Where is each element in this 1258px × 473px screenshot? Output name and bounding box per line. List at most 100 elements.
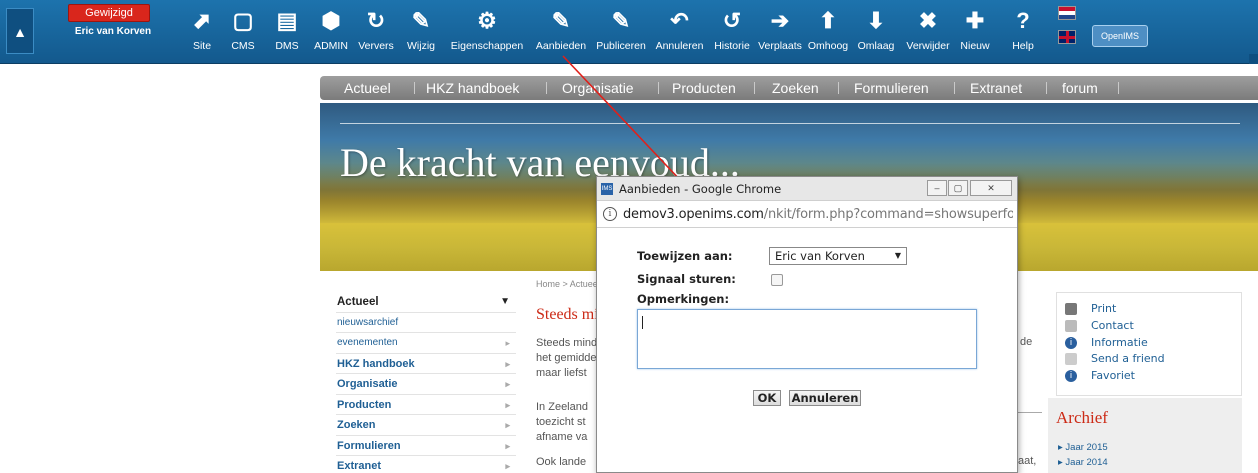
cancel-toolbar-button[interactable]: ↶ Annuleren: [651, 6, 708, 60]
collapse-toolbar-button[interactable]: ▲: [6, 8, 34, 54]
assign-value: Eric van Korven: [775, 249, 865, 263]
admin-label: ADMIN: [314, 40, 348, 52]
move-up-button[interactable]: ⬆ Omhoog: [806, 6, 850, 60]
down-icon: ⬇: [866, 8, 886, 33]
offer-button[interactable]: ✎ Aanbieden: [531, 6, 591, 60]
article-text-line: afname va: [536, 431, 588, 443]
menu-item-label: Producten: [337, 398, 392, 411]
article-text-line: het gemiddeld: [536, 352, 598, 364]
app-favicon-icon: IMS: [601, 183, 613, 195]
properties-label: Eigenschappen: [450, 40, 524, 52]
publish-label: Publiceren: [596, 40, 646, 52]
send-a-friend-link[interactable]: Send a friend: [1065, 351, 1165, 367]
article-text-fragment: aat,: [1018, 455, 1037, 467]
favorite-link[interactable]: i Favoriet: [1065, 368, 1135, 384]
english-flag-icon[interactable]: [1058, 30, 1076, 44]
archive-item-2014[interactable]: ▸ Jaar 2014: [1058, 457, 1108, 468]
nav-item-organisatie[interactable]: Organisatie: [562, 76, 634, 100]
ok-button[interactable]: OK: [753, 390, 781, 406]
archive-item-2015[interactable]: ▸ Jaar 2015: [1058, 442, 1108, 453]
site-button[interactable]: ⬈ Site: [186, 6, 218, 60]
dialog-titlebar[interactable]: IMS Aanbieden - Google Chrome ‒ ▢ ✕: [597, 177, 1017, 201]
delete-button[interactable]: ✖ Verwijder: [902, 6, 954, 60]
nav-separator: [546, 82, 547, 94]
contact-link[interactable]: Contact: [1065, 318, 1134, 334]
openims-button[interactable]: OpenIMS: [1092, 25, 1148, 47]
history-icon: ↺: [722, 8, 742, 33]
close-button[interactable]: ✕: [970, 180, 1012, 196]
menu-item-nieuwsarchief[interactable]: nieuwsarchief: [336, 313, 516, 333]
edit-button[interactable]: ✎ Wijzig: [401, 6, 441, 60]
new-button[interactable]: ✚ Nieuw: [955, 6, 995, 60]
dutch-flag-icon[interactable]: [1058, 6, 1076, 20]
tool-label: Informatie: [1091, 336, 1148, 349]
menu-item-evenementen[interactable]: evenementen ▸: [336, 333, 516, 354]
properties-button[interactable]: ⚙ Eigenschappen: [445, 6, 529, 60]
tool-label: Contact: [1091, 319, 1134, 332]
archive-panel: Archief ▸ Jaar 2015 ▸ Jaar 2014: [1048, 398, 1242, 473]
article-text-line: toezicht st: [536, 416, 586, 428]
offer-icon: ✎: [551, 8, 571, 33]
nav-item-formulieren[interactable]: Formulieren: [854, 76, 929, 100]
chevron-right-icon: ▸: [505, 358, 510, 369]
refresh-label: Ververs: [358, 40, 394, 52]
menu-item-extranet[interactable]: Extranet ▸: [336, 456, 516, 473]
nav-item-actueel[interactable]: Actueel: [344, 76, 391, 100]
site-info-icon[interactable]: i: [603, 207, 617, 221]
help-button[interactable]: ? Help: [1006, 6, 1040, 60]
nav-item-zoeken[interactable]: Zoeken: [772, 76, 819, 100]
remarks-textarea[interactable]: [637, 309, 977, 369]
assign-select[interactable]: Eric van Korven ▼: [769, 247, 907, 265]
breadcrumb[interactable]: Home > Actueel: [536, 279, 596, 289]
chevron-right-icon: ▸: [505, 399, 510, 410]
remarks-label: Opmerkingen:: [637, 292, 730, 306]
maximize-button[interactable]: ▢: [948, 180, 968, 196]
dialog-title: Aanbieden - Google Chrome: [619, 182, 782, 196]
menu-item-producten[interactable]: Producten ▸: [336, 395, 516, 415]
move-button[interactable]: ➔ Verplaats: [755, 6, 805, 60]
dropdown-arrow-icon: ▼: [894, 251, 901, 260]
info-link[interactable]: i Informatie: [1065, 335, 1148, 351]
move-up-label: Omhoog: [807, 40, 849, 52]
menu-item-organisatie[interactable]: Organisatie ▸: [336, 374, 516, 395]
publish-button[interactable]: ✎ Publiceren: [592, 6, 650, 60]
menu-item-label: nieuwsarchief: [337, 316, 399, 328]
page-tools-panel: Print Contact i Informatie Send a friend …: [1056, 292, 1242, 396]
offer-dialog-window: IMS Aanbieden - Google Chrome ‒ ▢ ✕ i de…: [596, 176, 1018, 473]
signal-checkbox[interactable]: [771, 274, 783, 286]
nav-item-producten[interactable]: Producten: [672, 76, 736, 100]
print-link[interactable]: Print: [1065, 301, 1116, 317]
status-badge: Gewijzigd: [68, 4, 150, 22]
article-text-fragment: de: [1020, 336, 1033, 348]
site-label: Site: [192, 40, 212, 52]
move-icon: ➔: [770, 8, 790, 33]
move-down-button[interactable]: ⬇ Omlaag: [851, 6, 901, 60]
nav-item-hkz-handboek[interactable]: HKZ handboek: [426, 76, 519, 100]
address-bar[interactable]: i demov3.openims.com/nkit/form.php?comma…: [597, 202, 1017, 228]
menu-item-actueel[interactable]: Actueel ▼: [336, 292, 516, 313]
nav-item-forum[interactable]: forum: [1062, 76, 1098, 100]
menu-item-zoeken[interactable]: Zoeken ▸: [336, 415, 516, 436]
history-label: Historie: [714, 40, 750, 52]
cancel-button[interactable]: Annuleren: [789, 390, 861, 406]
article-text-line: Steeds minder: [536, 337, 598, 349]
new-icon: ✚: [965, 8, 985, 33]
close-icon: ✕: [987, 183, 995, 193]
dms-icon: ▤: [276, 8, 298, 33]
up-icon: ⬆: [818, 8, 838, 33]
move-label: Verplaats: [758, 40, 802, 52]
refresh-button[interactable]: ↻ Ververs: [354, 6, 398, 60]
delete-label: Verwijder: [906, 40, 950, 52]
minimize-button[interactable]: ‒: [927, 180, 947, 196]
history-button[interactable]: ↺ Historie: [710, 6, 754, 60]
menu-item-formulieren[interactable]: Formulieren ▸: [336, 436, 516, 456]
cms-button[interactable]: ▢ CMS: [226, 6, 260, 60]
nav-separator: [754, 82, 755, 94]
nav-item-extranet[interactable]: Extranet: [970, 76, 1022, 100]
dms-button[interactable]: ▤ DMS: [270, 6, 304, 60]
favorite-icon: i: [1065, 370, 1077, 382]
nav-separator: [838, 82, 839, 94]
admin-button[interactable]: ⬢ ADMIN: [312, 6, 350, 60]
menu-item-hkz-handboek[interactable]: HKZ handboek ▸: [336, 354, 516, 374]
new-label: Nieuw: [960, 40, 990, 52]
